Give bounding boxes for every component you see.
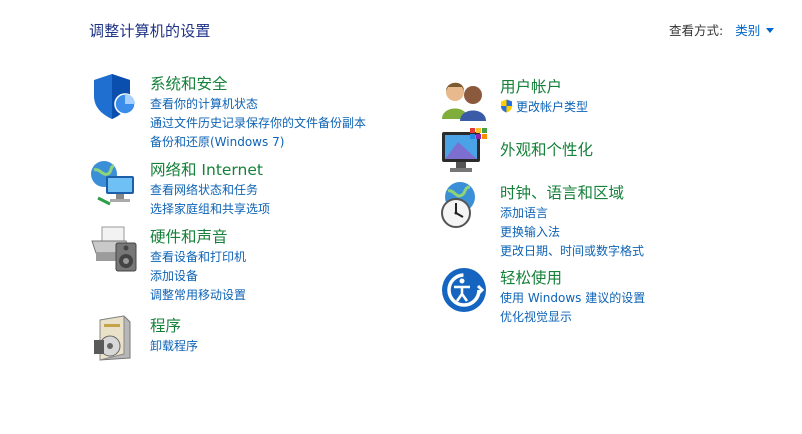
link-homegroup-sharing[interactable]: 选择家庭组和共享选项	[150, 200, 270, 219]
page-title: 调整计算机的设置	[89, 22, 211, 40]
category-title[interactable]: 轻松使用	[500, 266, 562, 288]
category-appearance-personalization: 外观和个性化	[440, 128, 760, 176]
network-globe-icon	[91, 161, 134, 206]
link-change-input-method[interactable]: 更换输入法	[500, 223, 644, 242]
category-title[interactable]: 硬件和声音	[150, 225, 228, 247]
link-label: 更改帐户类型	[516, 100, 589, 114]
link-add-language[interactable]: 添加语言	[500, 204, 644, 223]
category-system-security: 系统和安全 查看你的计算机状态 通过文件历史记录保存你的文件备份副本 备份和还原…	[90, 72, 390, 152]
category-title[interactable]: 时钟、语言和区域	[500, 181, 624, 203]
programs-box-icon	[94, 315, 131, 361]
category-clock-language-region: 时钟、语言和区域 添加语言 更换输入法 更改日期、时间或数字格式	[440, 181, 780, 261]
category-title[interactable]: 系统和安全	[150, 72, 228, 94]
link-view-computer-status[interactable]: 查看你的计算机状态	[150, 95, 366, 114]
link-network-status[interactable]: 查看网络状态和任务	[150, 181, 270, 200]
category-title[interactable]: 外观和个性化	[500, 138, 593, 160]
uac-shield-icon	[501, 99, 512, 113]
chevron-down-icon[interactable]	[766, 27, 775, 33]
link-windows-recommended-settings[interactable]: 使用 Windows 建议的设置	[500, 289, 645, 308]
category-title[interactable]: 用户帐户	[500, 75, 562, 97]
link-uninstall-program[interactable]: 卸载程序	[150, 337, 198, 356]
view-mode-value: 类别	[735, 23, 761, 38]
printer-speaker-icon	[91, 226, 137, 272]
category-hardware-sound: 硬件和声音 查看设备和打印机 添加设备 调整常用移动设置	[90, 225, 390, 305]
ease-of-access-icon	[442, 268, 486, 312]
link-devices-printers[interactable]: 查看设备和打印机	[150, 248, 246, 267]
category-title[interactable]: 程序	[150, 314, 181, 336]
link-file-history-backup[interactable]: 通过文件历史记录保存你的文件备份副本	[150, 114, 366, 133]
monitor-personalize-icon	[442, 128, 487, 172]
view-mode-dropdown[interactable]: 类别	[735, 20, 760, 39]
category-network-internet: 网络和 Internet 查看网络状态和任务 选择家庭组和共享选项	[90, 158, 390, 218]
category-user-accounts: 用户帐户 更改帐户类型	[440, 75, 760, 121]
link-optimize-visual-display[interactable]: 优化视觉显示	[500, 308, 645, 327]
link-backup-restore[interactable]: 备份和还原(Windows 7)	[150, 133, 366, 152]
shield-icon	[94, 74, 136, 119]
category-programs: 程序 卸载程序	[90, 314, 390, 364]
category-ease-of-access: 轻松使用 使用 Windows 建议的设置 优化视觉显示	[440, 266, 780, 326]
link-add-device[interactable]: 添加设备	[150, 267, 246, 286]
users-icon	[442, 82, 486, 121]
view-by-control: 查看方式: 类别	[669, 20, 775, 39]
link-date-time-format[interactable]: 更改日期、时间或数字格式	[500, 242, 644, 261]
view-by-label: 查看方式:	[669, 23, 724, 38]
link-mobility-settings[interactable]: 调整常用移动设置	[150, 286, 246, 305]
clock-globe-icon	[441, 182, 475, 228]
link-change-account-type[interactable]: 更改帐户类型	[500, 98, 588, 117]
category-title[interactable]: 网络和 Internet	[150, 158, 263, 180]
